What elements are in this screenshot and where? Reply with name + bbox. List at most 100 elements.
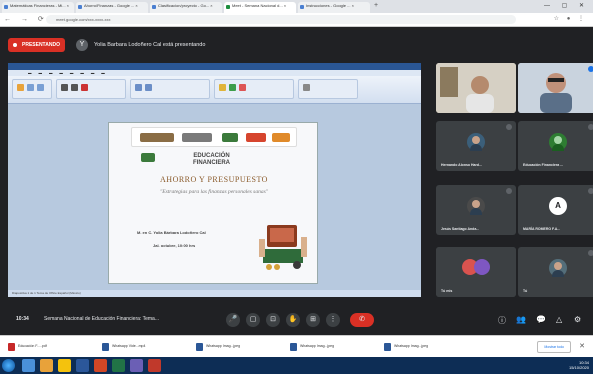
meeting-title: Semana Nacional de Educación Financiera:… — [44, 316, 159, 322]
arrange-icon — [229, 84, 236, 91]
participant-tile[interactable]: Hernando Alonso Hard... — [436, 121, 516, 171]
participant-tile[interactable] — [518, 63, 593, 113]
image-file-icon — [384, 343, 391, 351]
powerpoint-status-bar: Diapositiva 1 de 1 Tema de Office Españo… — [8, 290, 421, 297]
browser-tab-active[interactable]: Meet - Semana Nacional d... × — [224, 2, 296, 13]
find-icon — [303, 84, 310, 91]
more-icon[interactable]: ⋮ — [326, 313, 340, 327]
ribbon-group — [298, 79, 358, 99]
new-tab-button[interactable]: + — [374, 2, 378, 9]
close-shelf-icon[interactable]: ✕ — [579, 342, 585, 350]
tab-label: Matemáticas Financieras - Mi... × — [10, 3, 70, 8]
favicon-icon — [152, 5, 156, 9]
participant-name: Hernando Alonso Hard... — [441, 163, 482, 167]
excel-icon[interactable] — [112, 359, 125, 372]
presenter-avatar: Y — [76, 39, 88, 51]
powerpoint-ribbon — [8, 76, 421, 104]
align-icon — [135, 84, 142, 91]
download-label: Whatsapp Imag...jpeg — [300, 344, 335, 348]
nav-buttons[interactable]: ← → ⟳ — [4, 15, 48, 23]
slide-date: Jal. octubre, 10:00 hrs — [153, 243, 196, 248]
money-illustration — [259, 225, 307, 270]
speaking-indicator-icon — [588, 66, 593, 72]
url-text: meet.google.com/xxx-xxxx-xxx — [56, 17, 111, 22]
institution-logo — [182, 133, 212, 142]
mic-off-icon — [506, 124, 512, 130]
download-item[interactable]: Educación F.....pdf — [6, 341, 94, 353]
settings-icon[interactable]: ⚙ — [574, 315, 581, 324]
participant-name: Tú — [523, 289, 528, 293]
participant-tile[interactable]: Tú mis — [436, 247, 516, 297]
word-icon[interactable] — [76, 359, 89, 372]
browser-tab[interactable]: Clasificacion/proyecto - Go... × — [150, 2, 222, 13]
mic-icon[interactable]: 🎤 — [226, 313, 240, 327]
participant-tile[interactable]: Educación Financiera ... — [518, 121, 593, 171]
activities-icon[interactable]: △ — [556, 315, 562, 324]
presenting-badge-label: PRESENTANDO — [22, 42, 60, 48]
browser-tab[interactable]: Matemáticas Financieras - Mi... × — [2, 2, 74, 13]
app-icon[interactable] — [130, 359, 143, 372]
participant-tile[interactable]: A MARÍA ROMERO F.A... — [518, 185, 593, 235]
partner-logo-3 — [272, 133, 290, 142]
download-label: Whatsapp Vide...mp4 — [112, 344, 146, 348]
participant-video — [436, 63, 516, 113]
participant-tile[interactable]: Jesús Santiago Anda... — [436, 185, 516, 235]
logo-bar — [131, 127, 297, 147]
info-icon[interactable]: ⓘ — [498, 315, 506, 326]
italic-icon — [71, 84, 78, 91]
browser-tab[interactable]: Ahorro/Finanzas - Google ... × — [76, 2, 148, 13]
ie-icon[interactable] — [22, 359, 35, 372]
chat-icon[interactable]: 💬 — [536, 315, 546, 324]
participant-name: Educación Financiera ... — [523, 163, 564, 167]
download-item[interactable]: Whatsapp Imag...jpeg — [382, 341, 470, 353]
powerpoint-icon[interactable] — [94, 359, 107, 372]
participant-tile[interactable] — [436, 63, 516, 113]
presenting-badge: PRESENTANDO — [8, 38, 65, 52]
program-title-line: EDUCACIÓN — [193, 153, 230, 159]
slide-icon — [27, 84, 34, 91]
slide: EDUCACIÓN FINANCIERA AHORRO Y PRESUPUEST… — [108, 122, 318, 284]
presenting-text: Yolia Barbara Lodoñero Cal está presenta… — [94, 42, 206, 48]
video-file-icon — [102, 343, 109, 351]
partner-logo-2 — [246, 133, 266, 142]
people-icon[interactable]: 👥 — [516, 315, 526, 324]
start-button[interactable] — [2, 359, 15, 372]
download-item[interactable]: Whatsapp Imag...jpeg — [288, 341, 376, 353]
meet-favicon-icon — [226, 5, 230, 9]
shapes-icon — [219, 84, 226, 91]
chrome-icon[interactable] — [58, 359, 71, 372]
camera-icon[interactable]: ▢ — [246, 313, 260, 327]
browser-tab[interactable]: Instrucciones - Google ... × — [298, 2, 370, 13]
pdf-reader-icon[interactable] — [148, 359, 161, 372]
meet-control-bar: 10:34 Semana Nacional de Educación Finan… — [0, 305, 593, 335]
window-controls[interactable]: — ▢ ✕ — [544, 2, 589, 9]
mic-off-icon — [588, 188, 593, 194]
folder-icon[interactable] — [40, 359, 53, 372]
present-icon[interactable]: ⊞ — [306, 313, 320, 327]
participant-name: MARÍA ROMERO F.A... — [523, 227, 561, 231]
slide-subtitle: "Estrategias para las finanzas personale… — [159, 189, 269, 195]
participant-tile[interactable]: Tú — [518, 247, 593, 297]
browser-tab-bar: Matemáticas Financieras - Mi... × Ahorro… — [0, 0, 593, 13]
ribbon-group — [56, 79, 126, 99]
slide-title: AHORRO Y PRESUPUESTO — [160, 175, 268, 184]
favicon-icon — [78, 5, 82, 9]
show-all-button[interactable]: Mostrar todo — [537, 341, 571, 353]
captions-icon[interactable]: ⊡ — [266, 313, 280, 327]
download-label: Whatsapp Imag...jpeg — [394, 344, 429, 348]
hand-icon[interactable]: ✋ — [286, 313, 300, 327]
clock-date: 15/10/2020 — [568, 365, 589, 370]
download-item[interactable]: Whatsapp Vide...mp4 — [100, 341, 188, 353]
quick-styles-icon — [239, 84, 246, 91]
mic-off-icon — [588, 250, 593, 256]
partner-logo — [222, 133, 238, 142]
bullets-icon — [145, 84, 152, 91]
download-item[interactable]: Whatsapp Imag...jpeg — [194, 341, 282, 353]
font-color-icon — [81, 84, 88, 91]
download-shelf: Educación F.....pdf Whatsapp Vide...mp4 … — [0, 335, 593, 357]
extension-icons[interactable]: ☆ ● ⋮ — [554, 15, 587, 22]
url-field[interactable]: meet.google.com/xxx-xxxx-xxx — [46, 15, 516, 24]
system-tray[interactable]: 10:34 15/10/2020 — [569, 360, 589, 370]
end-call-button[interactable]: ✆ — [350, 313, 374, 327]
tab-label: Meet - Semana Nacional d... × — [232, 3, 287, 8]
